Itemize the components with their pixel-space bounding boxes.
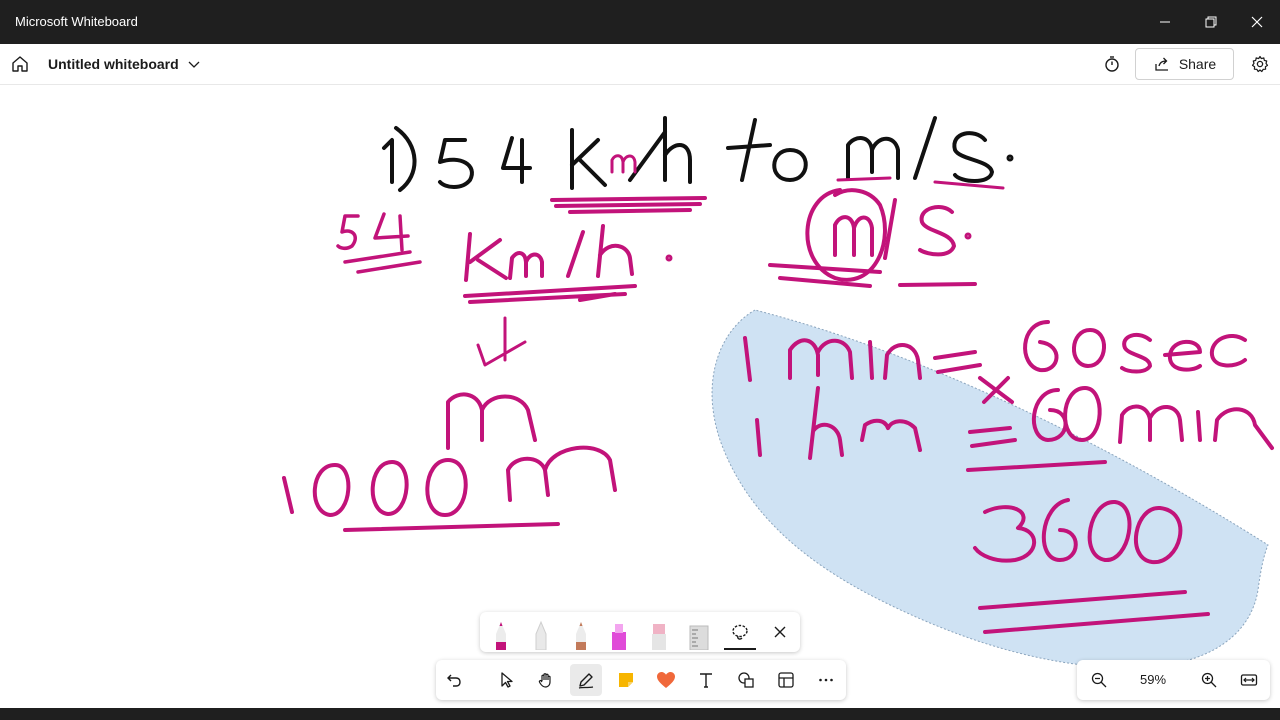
pen-brown-icon[interactable] — [566, 616, 596, 650]
more-icon — [819, 678, 833, 682]
handwriting-kmh: Km/h — [463, 224, 673, 304]
handwriting-54: 54 — [336, 212, 410, 252]
zoom-out-button[interactable] — [1083, 664, 1115, 696]
zoom-in-button[interactable] — [1193, 664, 1225, 696]
close-icon — [774, 626, 786, 638]
pan-tool[interactable] — [530, 664, 562, 696]
shapes-tool[interactable] — [730, 664, 762, 696]
sticky-note-tool[interactable] — [610, 664, 642, 696]
main-toolbar — [436, 660, 846, 700]
select-tool[interactable] — [490, 664, 522, 696]
templates-tool[interactable] — [770, 664, 802, 696]
lasso-icon — [732, 624, 748, 640]
zoom-controls: 59% — [1077, 660, 1270, 700]
ink-tool[interactable] — [570, 664, 602, 696]
highlighter-icon[interactable] — [604, 616, 634, 650]
text-tool[interactable] — [690, 664, 722, 696]
undo-icon — [447, 674, 461, 687]
arrow-down-icon — [476, 316, 527, 367]
pen-icon — [578, 673, 594, 689]
lasso-button[interactable] — [724, 616, 756, 650]
hand-icon — [538, 673, 551, 688]
zoom-in-icon — [1201, 672, 1217, 688]
more-button[interactable] — [810, 664, 842, 696]
handwriting-1000m: 1000m — [282, 392, 617, 532]
zoom-out-icon — [1091, 672, 1107, 688]
reaction-tool[interactable] — [650, 664, 682, 696]
shapes-icon — [738, 672, 754, 688]
pen-white-icon[interactable] — [526, 616, 556, 650]
eraser-icon[interactable] — [644, 616, 674, 650]
sticky-note-icon — [619, 673, 633, 687]
heart-icon — [657, 672, 675, 688]
zoom-level: 59% — [1139, 672, 1167, 687]
close-pen-tray-button[interactable] — [765, 616, 795, 648]
pen-magenta-icon[interactable] — [486, 616, 516, 650]
bottom-frame — [0, 708, 1280, 720]
underline-kmh — [550, 196, 707, 214]
template-icon — [778, 672, 794, 688]
undo-button[interactable] — [438, 664, 470, 696]
fit-to-screen-button[interactable] — [1233, 664, 1265, 696]
handwriting-m-correction — [610, 154, 637, 174]
pointer-icon — [501, 672, 513, 688]
pen-tray — [480, 612, 800, 652]
handwriting-title: 1) 54 Km/h to m/s. — [382, 116, 1014, 192]
fit-to-screen-icon — [1240, 674, 1258, 686]
text-icon — [700, 673, 712, 688]
handwriting-ms-circled: m/s. — [768, 188, 977, 288]
ruler-icon[interactable] — [684, 616, 714, 650]
